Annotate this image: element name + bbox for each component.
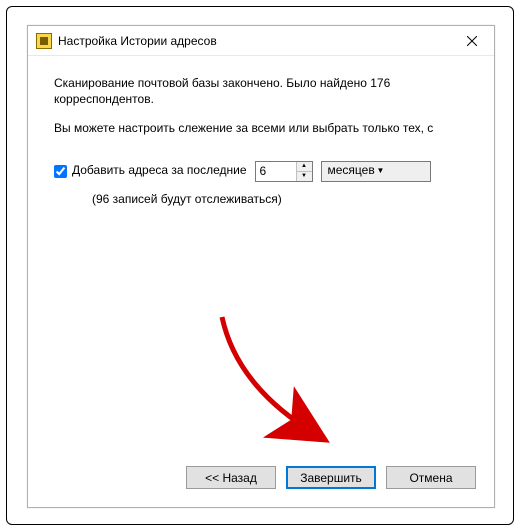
back-button[interactable]: << Назад <box>186 466 276 489</box>
finish-button[interactable]: Завершить <box>286 466 376 489</box>
tracking-note: (96 записей будут отслеживаться) <box>54 182 468 208</box>
period-row: Добавить адреса за последние ▲ ▼ месяцев… <box>54 161 468 182</box>
dialog-window: Настройка Истории адресов Сканирование п… <box>27 25 495 508</box>
period-spinner[interactable]: ▲ ▼ <box>255 161 313 182</box>
chevron-down-icon: ▼ <box>377 166 426 176</box>
window-title: Настройка Истории адресов <box>58 34 450 48</box>
period-unit-value: месяцев <box>328 163 377 179</box>
cancel-button[interactable]: Отмена <box>386 466 476 489</box>
close-icon <box>467 36 477 46</box>
period-unit-select[interactable]: месяцев ▼ <box>321 161 431 182</box>
period-input[interactable] <box>256 162 296 181</box>
add-addresses-checkbox-input[interactable] <box>54 165 67 178</box>
add-addresses-checkbox[interactable]: Добавить адреса за последние <box>54 163 247 179</box>
spinner-buttons: ▲ ▼ <box>296 162 312 181</box>
button-row: << Назад Завершить Отмена <box>186 466 476 489</box>
spinner-up[interactable]: ▲ <box>297 162 312 172</box>
titlebar: Настройка Истории адресов <box>28 26 494 56</box>
scan-result-text: Сканирование почтовой базы закончено. Бы… <box>54 76 468 107</box>
outer-frame: Настройка Истории адресов Сканирование п… <box>6 6 514 525</box>
instruction-text: Вы можете настроить слежение за всеми ил… <box>54 121 468 137</box>
spinner-down[interactable]: ▼ <box>297 172 312 181</box>
app-icon <box>36 33 52 49</box>
close-button[interactable] <box>450 26 494 56</box>
content-area: Сканирование почтовой базы закончено. Бы… <box>28 56 494 207</box>
add-addresses-label: Добавить адреса за последние <box>72 163 247 179</box>
